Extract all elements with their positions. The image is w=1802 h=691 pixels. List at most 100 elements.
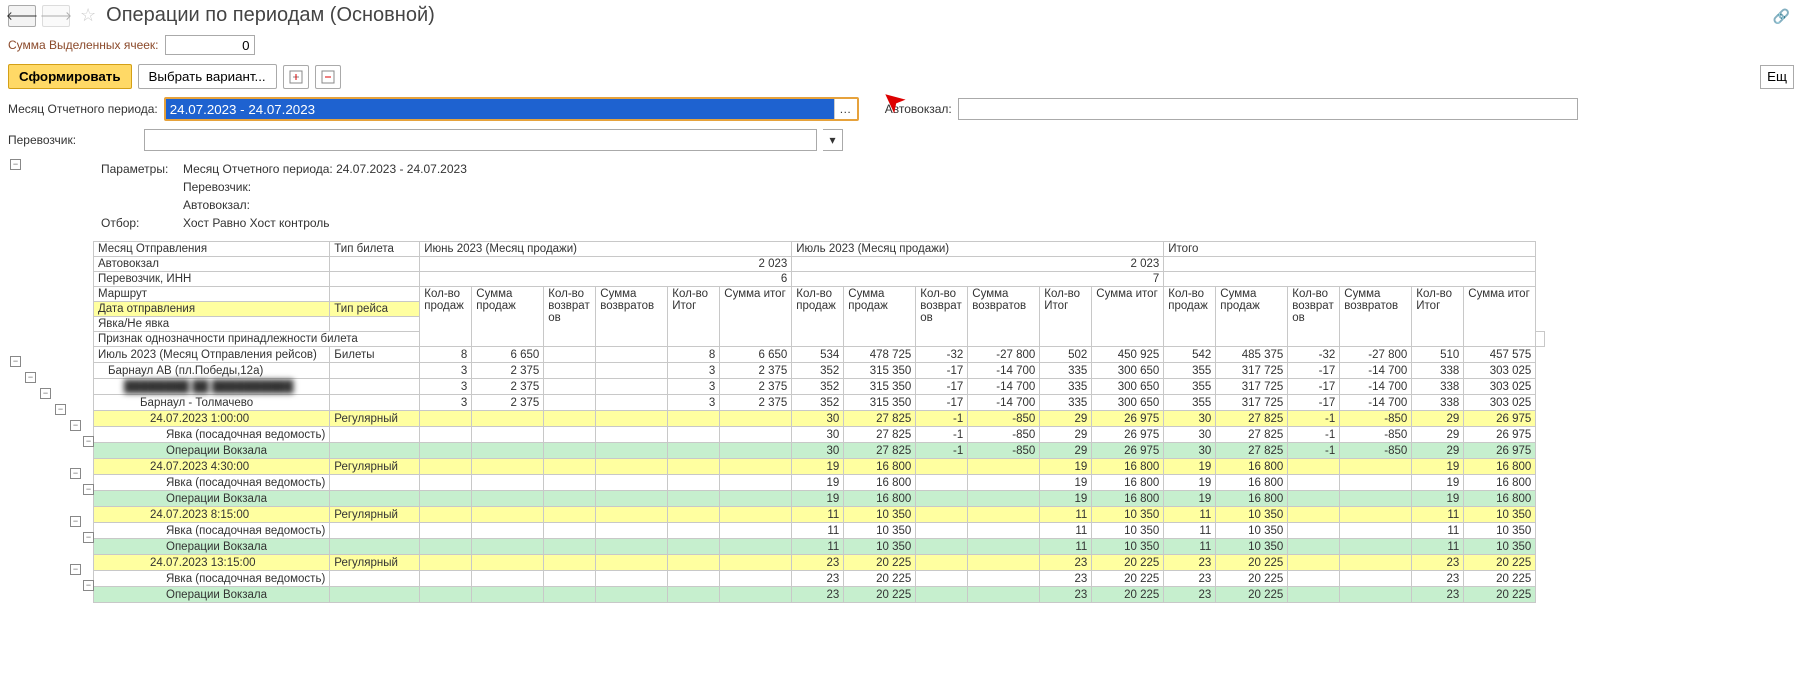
cell [420, 475, 472, 491]
table-row[interactable]: 24.07.2023 13:15:00Регулярный2320 225232… [94, 555, 1545, 571]
row-type [330, 587, 420, 603]
station-input[interactable] [958, 98, 1578, 120]
table-row[interactable]: 24.07.2023 4:30:00Регулярный1916 8001916… [94, 459, 1545, 475]
carrier-label: Перевозчик: [8, 133, 138, 147]
cell [1340, 491, 1412, 507]
cell: 16 800 [844, 491, 916, 507]
table-row[interactable]: Операции Вокзала2320 2252320 2252320 225… [94, 587, 1545, 603]
tree-toggle[interactable]: − [83, 484, 94, 495]
tree-toggle[interactable]: − [83, 580, 94, 591]
tree-toggle[interactable]: − [70, 420, 81, 431]
hdr-depdate: Дата отправления [94, 302, 330, 317]
table-row[interactable]: Явка (посадочная ведомость)1916 8001916 … [94, 475, 1545, 491]
table-row[interactable]: Операции Вокзала1916 8001916 8001916 800… [94, 491, 1545, 507]
table-row[interactable]: Барнаул - Толмачево32 37532 375352315 35… [94, 395, 1545, 411]
period-input[interactable] [166, 99, 834, 119]
cell [596, 347, 668, 363]
cell [472, 555, 544, 571]
tree-toggle[interactable]: − [55, 404, 66, 415]
hdr-col: Сумма продаж [844, 287, 916, 347]
cell [472, 571, 544, 587]
more-button[interactable]: Ещ [1760, 65, 1794, 89]
cell [1288, 539, 1340, 555]
cell: -1 [1288, 411, 1340, 427]
cell [1340, 539, 1412, 555]
row-type: Регулярный [330, 507, 420, 523]
cell: 19 [1164, 491, 1216, 507]
cell: 10 350 [844, 539, 916, 555]
cell [596, 555, 668, 571]
favorite-star-icon[interactable]: ☆ [80, 5, 96, 26]
cell [916, 507, 968, 523]
tree-toggle[interactable]: − [10, 356, 21, 367]
table-row[interactable]: 24.07.2023 8:15:00Регулярный1110 3501110… [94, 507, 1545, 523]
cell: -17 [1288, 363, 1340, 379]
cell [720, 411, 792, 427]
cell: 16 800 [1216, 459, 1288, 475]
tree-toggle[interactable]: − [70, 564, 81, 575]
cell: 30 [792, 427, 844, 443]
cell: 11 [1412, 523, 1464, 539]
collapse-down-icon[interactable] [315, 65, 341, 89]
cell: 19 [792, 491, 844, 507]
table-row[interactable]: ████████ ██ ██████████32 37532 375352315… [94, 379, 1545, 395]
table-row[interactable]: Явка (посадочная ведомость)1110 3501110 … [94, 523, 1545, 539]
selected-cells-sum-value[interactable] [165, 35, 255, 55]
generate-button[interactable]: Сформировать [8, 64, 132, 89]
cell: 27 825 [1216, 411, 1288, 427]
cell: 23 [1040, 555, 1092, 571]
cell: -27 800 [968, 347, 1040, 363]
hdr-col: Сумма итог [1464, 287, 1536, 347]
cell [1340, 459, 1412, 475]
cell: 16 800 [1464, 475, 1536, 491]
table-row[interactable]: Операции Вокзала1110 3501110 3501110 350… [94, 539, 1545, 555]
cell: 19 [1412, 491, 1464, 507]
cell [668, 459, 720, 475]
expand-up-icon[interactable] [283, 65, 309, 89]
cell [916, 491, 968, 507]
period-picker-button[interactable]: … [834, 99, 856, 119]
table-row[interactable]: Операции Вокзала3027 825-1-8502926 97530… [94, 443, 1545, 459]
tree-toggle[interactable]: − [83, 532, 94, 543]
cell [1288, 587, 1340, 603]
link-icon[interactable]: 🔗 [1773, 8, 1790, 25]
cell: 16 800 [1464, 491, 1536, 507]
cell: -14 700 [1340, 363, 1412, 379]
cell: 303 025 [1464, 395, 1536, 411]
cell: 16 800 [1092, 475, 1164, 491]
row-type: Регулярный [330, 459, 420, 475]
row-label: Операции Вокзала [94, 443, 330, 459]
table-row[interactable]: Явка (посадочная ведомость)2320 2252320 … [94, 571, 1545, 587]
cell [544, 475, 596, 491]
table-row[interactable]: Барнаул АВ (пл.Победы,12а)32 37532 37535… [94, 363, 1545, 379]
tree-toggle[interactable]: − [40, 388, 51, 399]
tree-toggle[interactable]: − [70, 468, 81, 479]
table-row[interactable]: 24.07.2023 1:00:00Регулярный3027 825-1-8… [94, 411, 1545, 427]
cell [420, 539, 472, 555]
tree-toggle[interactable]: − [25, 372, 36, 383]
cell [668, 507, 720, 523]
params-line1: Месяц Отчетного периода: 24.07.2023 - 24… [177, 161, 473, 177]
table-row[interactable]: Явка (посадочная ведомость)3027 825-1-85… [94, 427, 1545, 443]
cell [544, 507, 596, 523]
tree-toggle[interactable]: − [10, 159, 21, 170]
choose-variant-button[interactable]: Выбрать вариант... [138, 64, 277, 89]
cell: 3 [668, 363, 720, 379]
cell: 2 375 [472, 363, 544, 379]
carrier-dropdown-button[interactable]: ▾ [823, 129, 843, 151]
cell: 502 [1040, 347, 1092, 363]
carrier-input[interactable] [144, 129, 817, 151]
cell: 8 [668, 347, 720, 363]
tree-toggle[interactable]: − [83, 436, 94, 447]
cell: -32 [1288, 347, 1340, 363]
hdr-col: Кол-во Итог [1412, 287, 1464, 347]
cell: 27 825 [1216, 427, 1288, 443]
cell: 10 350 [1216, 539, 1288, 555]
cell: 27 825 [1216, 443, 1288, 459]
nav-back-button[interactable]: 🡐 [8, 5, 36, 27]
cell [916, 475, 968, 491]
table-row[interactable]: Июль 2023 (Месяц Отправления рейсов)Биле… [94, 347, 1545, 363]
row-type [330, 571, 420, 587]
tree-toggle[interactable]: − [70, 516, 81, 527]
cell [1340, 475, 1412, 491]
